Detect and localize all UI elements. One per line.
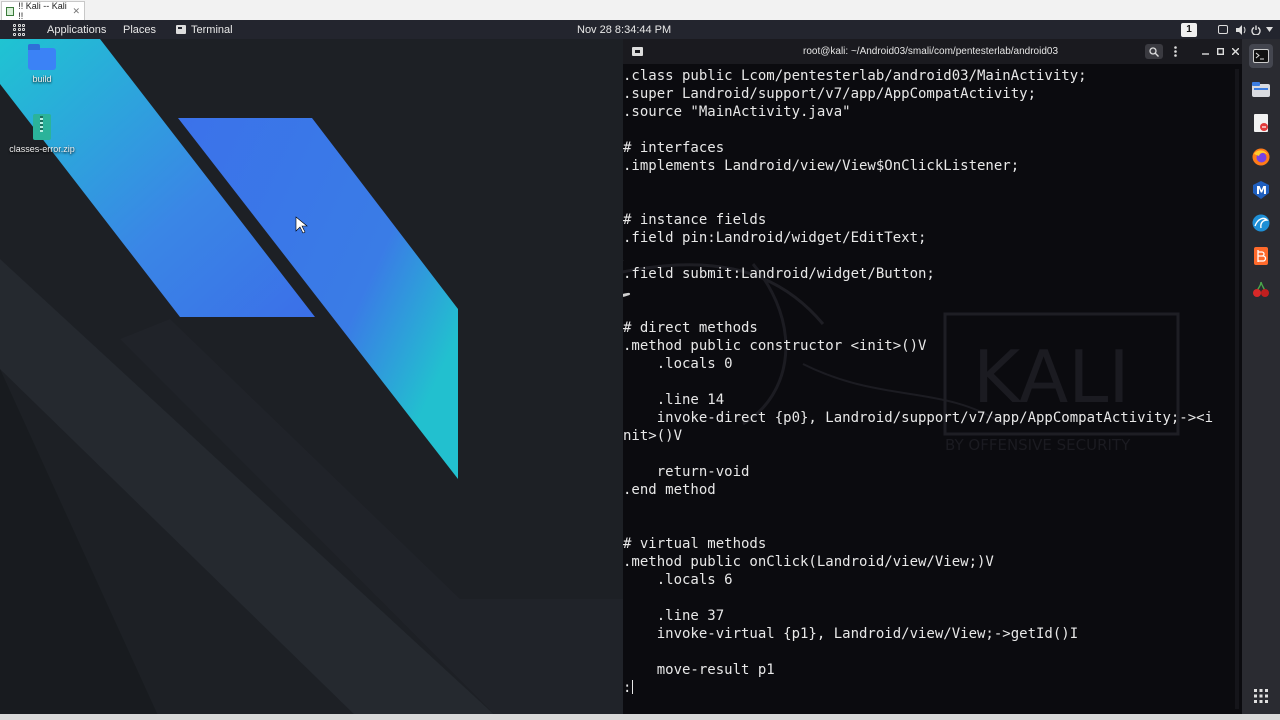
terminal-scrollbar[interactable] — [1235, 69, 1239, 709]
minimize-button[interactable] — [1200, 44, 1210, 59]
applications-menu[interactable]: Applications — [47, 20, 106, 39]
text-editor-icon[interactable] — [1249, 111, 1273, 135]
clock[interactable]: Nov 28 8:34:44 PM — [577, 20, 671, 39]
terminal-line: invoke-virtual {p1}, Landroid/view/View;… — [623, 626, 1079, 642]
close-icon[interactable]: ✕ — [72, 6, 80, 17]
terminal-line: .source "MainActivity.java" — [623, 104, 851, 120]
terminal-line: .field submit:Landroid/widget/Button; — [623, 266, 935, 282]
desktop-icon-build[interactable]: build — [2, 44, 82, 84]
close-icon — [1231, 48, 1239, 55]
terminal-line: .field pin:Landroid/widget/EditText; — [623, 230, 927, 246]
show-apps-icon[interactable] — [1249, 684, 1273, 708]
terminal-line: .locals 0 — [623, 356, 733, 372]
zip-archive-icon — [33, 114, 51, 140]
terminal-line: .method public onClick(Landroid/view/Vie… — [623, 554, 994, 570]
terminal-line: .line 14 — [623, 392, 725, 408]
minimize-icon — [1201, 53, 1209, 55]
terminal-menu[interactable]: Terminal — [176, 20, 233, 39]
new-tab-icon — [631, 47, 643, 56]
burpsuite-icon[interactable] — [1249, 244, 1273, 268]
terminal-menu-button[interactable] — [1168, 44, 1182, 59]
terminal-line: # interfaces — [623, 140, 725, 156]
terminal-output[interactable]: .class public Lcom/pentesterlab/android0… — [623, 67, 1235, 697]
volume-icon[interactable] — [1236, 20, 1247, 39]
places-menu[interactable]: Places — [123, 20, 156, 39]
desktop-icon-label: build — [32, 74, 52, 84]
vm-tab-bar: !! Kali -- Kali !! ✕ — [0, 0, 1280, 21]
vm-status-bar — [0, 714, 1280, 720]
wireshark-icon[interactable] — [1249, 211, 1273, 235]
apps-grid-icon[interactable] — [13, 20, 25, 39]
terminal-line: .implements Landroid/view/View$OnClickLi… — [623, 158, 1020, 174]
file-manager-icon[interactable] — [1249, 77, 1273, 101]
folder-icon — [28, 44, 56, 70]
workspace-indicator[interactable]: 1 — [1181, 20, 1197, 39]
search-button[interactable] — [1145, 44, 1163, 59]
maximize-button[interactable] — [1215, 44, 1225, 59]
terminal-line: move-result p1 — [623, 662, 775, 678]
terminal-line: # direct methods — [623, 320, 758, 336]
desktop-icon-label: classes-error.zip — [9, 144, 75, 154]
display-icon[interactable] — [1218, 20, 1228, 39]
svg-text:M: M — [1256, 184, 1267, 197]
dock: M — [1242, 39, 1280, 714]
terminal-line: .super Landroid/support/v7/app/AppCompat… — [623, 86, 1037, 102]
kebab-menu-icon — [1173, 46, 1177, 57]
firefox-icon[interactable] — [1249, 145, 1273, 169]
new-tab-button[interactable] — [629, 44, 645, 59]
terminal-line: return-void — [623, 464, 750, 480]
cherrytree-icon[interactable] — [1249, 277, 1273, 301]
terminal-line: nit>()V — [623, 428, 683, 444]
terminal-line: .method public constructor <init>()V — [623, 338, 927, 354]
vm-icon — [6, 6, 15, 16]
terminal-title: root@kali: ~/Android03/smali/com/pentest… — [803, 46, 1059, 57]
pager-prompt[interactable]: : — [623, 679, 1235, 697]
terminal-window[interactable]: root@kali: ~/Android03/smali/com/pentest… — [623, 39, 1242, 714]
terminal-line: invoke-direct {p0}, Landroid/support/v7/… — [623, 410, 1214, 426]
metasploit-icon[interactable]: M — [1249, 178, 1273, 202]
menu-caret-icon[interactable] — [1266, 20, 1273, 39]
top-panel: Applications Places Terminal Nov 28 8:34… — [0, 20, 1280, 39]
vm-tab[interactable]: !! Kali -- Kali !! ✕ — [1, 1, 85, 21]
search-icon — [1149, 46, 1159, 57]
desktop-icon-classes-error-zip[interactable]: classes-error.zip — [2, 114, 82, 154]
terminal-line: .locals 6 — [623, 572, 733, 588]
terminal-line: .line 37 — [623, 608, 725, 624]
text-cursor — [632, 680, 634, 694]
terminal-menu-label: Terminal — [191, 23, 233, 36]
desktop-wallpaper — [0, 39, 623, 720]
terminal-icon — [176, 25, 186, 34]
maximize-icon — [1216, 48, 1224, 55]
terminal-icon[interactable] — [1249, 44, 1273, 68]
terminal-line: # instance fields — [623, 212, 767, 228]
terminal-line: # virtual methods — [623, 536, 767, 552]
terminal-titlebar[interactable]: root@kali: ~/Android03/smali/com/pentest… — [623, 39, 1242, 64]
power-icon[interactable] — [1251, 20, 1261, 39]
vm-tab-title: !! Kali -- Kali !! — [18, 1, 67, 21]
close-button[interactable] — [1230, 44, 1240, 59]
terminal-line: .class public Lcom/pentesterlab/android0… — [623, 68, 1087, 84]
terminal-line: .end method — [623, 482, 716, 498]
